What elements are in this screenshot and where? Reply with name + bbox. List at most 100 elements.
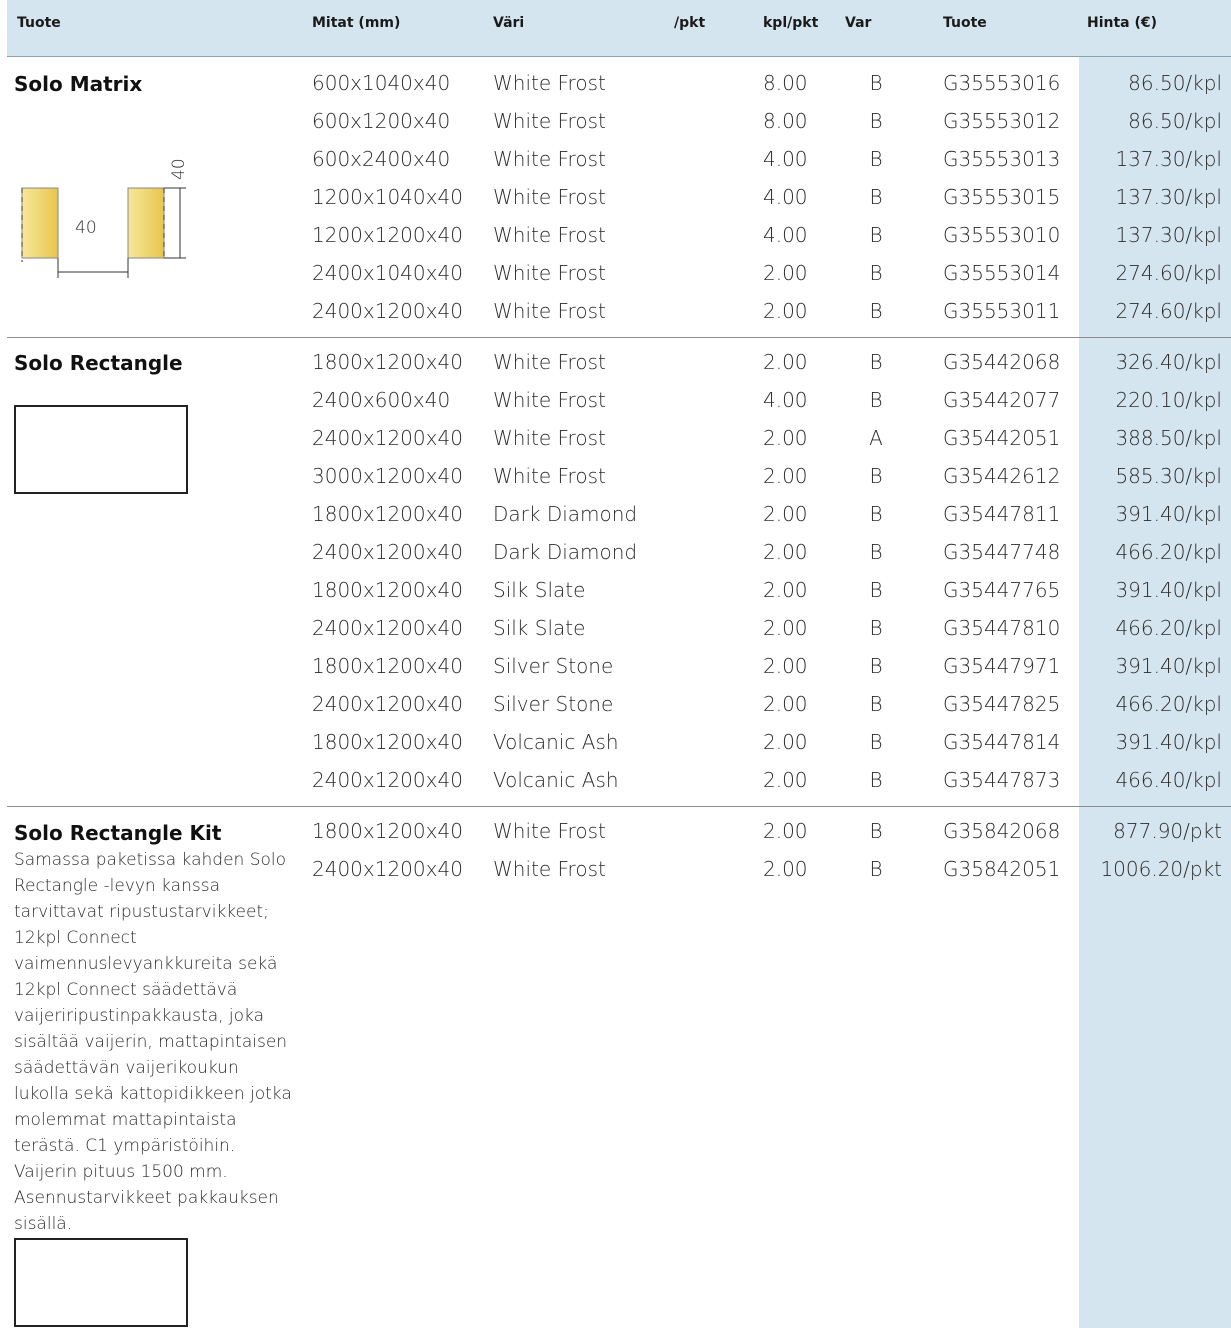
- cell-quantity: 2.00: [763, 261, 808, 285]
- table-row: 1800x1200x40 Silver Stone 2.00 B G35447971 39…: [7, 654, 1231, 692]
- cell-color: White Frost: [493, 388, 606, 412]
- cell-price: 274.60/kpl: [1115, 261, 1222, 285]
- cell-price: 220.10/kpl: [1115, 388, 1222, 412]
- cell-price: 466.40/kpl: [1115, 768, 1222, 792]
- cell-quantity: 2.00: [763, 350, 808, 374]
- product-section-solo-matrix: Solo Matrix 40 40 600x1040x40 White Frost…: [7, 62, 1231, 337]
- cell-variant: B: [869, 350, 883, 374]
- table-row: 2400x600x40 White Frost 4.00 B G35442077 220.…: [7, 388, 1231, 426]
- cell-dimensions: 600x2400x40: [312, 147, 451, 171]
- cell-color: White Frost: [493, 819, 606, 843]
- cell-color: White Frost: [493, 464, 606, 488]
- cell-dimensions: 3000x1200x40: [312, 464, 463, 488]
- cell-product-code: G35442051: [943, 426, 1061, 450]
- cell-dimensions: 2400x1200x40: [312, 299, 463, 323]
- cell-color: Silver Stone: [493, 654, 614, 678]
- header-var: Var: [845, 15, 872, 31]
- cell-dimensions: 1200x1200x40: [312, 223, 463, 247]
- cell-variant: B: [869, 299, 883, 323]
- cell-dimensions: 2400x600x40: [312, 388, 451, 412]
- cell-product-code: G35553010: [943, 223, 1061, 247]
- header-tuote: Tuote: [17, 15, 61, 31]
- cell-variant: B: [869, 109, 883, 133]
- cell-variant: B: [869, 616, 883, 640]
- table-row: 2400x1200x40 White Frost 2.00 B G35842051 100…: [7, 857, 1231, 895]
- product-section-solo-rectangle: Solo Rectangle 1800x1200x40 White Frost 2.…: [7, 338, 1231, 805]
- cell-dimensions: 600x1040x40: [312, 71, 451, 95]
- cell-product-code: G35442612: [943, 464, 1061, 488]
- table-row: 600x1040x40 White Frost 8.00 B G35553016 86.5…: [7, 71, 1231, 109]
- cell-price: 137.30/kpl: [1115, 223, 1222, 247]
- cell-color: Volcanic Ash: [493, 730, 619, 754]
- table-row: 1800x1200x40 White Frost 2.00 B G35842068 877…: [7, 819, 1231, 857]
- cell-dimensions: 1200x1040x40: [312, 185, 463, 209]
- cell-price: 391.40/kpl: [1115, 654, 1222, 678]
- table-row: 2400x1200x40 Silk Slate 2.00 B G35447810 466.…: [7, 616, 1231, 654]
- cell-quantity: 2.00: [763, 730, 808, 754]
- cell-color: White Frost: [493, 109, 606, 133]
- cell-dimensions: 1800x1200x40: [312, 654, 463, 678]
- cell-product-code: G35553015: [943, 185, 1061, 209]
- cell-color: White Frost: [493, 857, 606, 881]
- cell-variant: B: [869, 147, 883, 171]
- cell-product-code: G35842068: [943, 819, 1061, 843]
- cell-color: Dark Diamond: [493, 540, 638, 564]
- cell-product-code: G35447873: [943, 768, 1061, 792]
- cell-variant: B: [869, 578, 883, 602]
- cell-price: 274.60/kpl: [1115, 299, 1222, 323]
- cell-product-code: G35553014: [943, 261, 1061, 285]
- cell-price: 391.40/kpl: [1115, 502, 1222, 526]
- cell-quantity: 8.00: [763, 109, 808, 133]
- table-row: 1200x1040x40 White Frost 4.00 B G35553015 137…: [7, 185, 1231, 223]
- table-header: Tuote Mitat (mm) Väri /pkt kpl/pkt Var T…: [7, 0, 1231, 57]
- cell-quantity: 8.00: [763, 71, 808, 95]
- table-row: 2400x1200x40 Volcanic Ash 2.00 B G35447873 46…: [7, 768, 1231, 806]
- cell-variant: B: [869, 502, 883, 526]
- cell-product-code: G35842051: [943, 857, 1061, 881]
- cell-product-code: G35447810: [943, 616, 1061, 640]
- cell-variant: B: [869, 730, 883, 754]
- cell-color: Silk Slate: [493, 616, 586, 640]
- product-description: Samassa paketissa kahden Solo Rectangle …: [14, 850, 292, 1234]
- cell-variant: B: [869, 185, 883, 209]
- header-kplpkt: kpl/pkt: [763, 15, 819, 31]
- table-row: 1800x1200x40 White Frost 2.00 B G35442068 326…: [7, 350, 1231, 388]
- cell-dimensions: 2400x1200x40: [312, 616, 463, 640]
- cell-quantity: 2.00: [763, 299, 808, 323]
- header-mitat: Mitat (mm): [312, 15, 401, 31]
- cell-color: White Frost: [493, 299, 606, 323]
- cell-variant: B: [869, 692, 883, 716]
- cell-color: Dark Diamond: [493, 502, 638, 526]
- table-row: 2400x1200x40 Dark Diamond 2.00 B G35447748 46…: [7, 540, 1231, 578]
- cell-price: 391.40/kpl: [1115, 578, 1222, 602]
- cell-variant: B: [869, 388, 883, 412]
- table-row: 2400x1200x40 White Frost 2.00 B G35553011 274…: [7, 299, 1231, 337]
- cell-product-code: G35447811: [943, 502, 1061, 526]
- cell-color: White Frost: [493, 261, 606, 285]
- cell-dimensions: 600x1200x40: [312, 109, 451, 133]
- cell-price: 86.50/kpl: [1128, 109, 1222, 133]
- cell-quantity: 2.00: [763, 768, 808, 792]
- cell-price: 466.20/kpl: [1115, 616, 1222, 640]
- header-vari: Väri: [493, 15, 525, 31]
- cell-quantity: 2.00: [763, 464, 808, 488]
- cell-variant: B: [869, 819, 883, 843]
- cell-dimensions: 1800x1200x40: [312, 350, 463, 374]
- cell-price: 137.30/kpl: [1115, 147, 1222, 171]
- cell-color: White Frost: [493, 185, 606, 209]
- solo-rectangle-kit-illustration: [14, 1238, 188, 1327]
- cell-product-code: G35442068: [943, 350, 1061, 374]
- header-tuote-code: Tuote: [943, 15, 987, 31]
- cell-price: 388.50/kpl: [1115, 426, 1222, 450]
- cell-quantity: 4.00: [763, 388, 808, 412]
- table-row: 2400x1040x40 White Frost 2.00 B G35553014 274…: [7, 261, 1231, 299]
- cell-dimensions: 1800x1200x40: [312, 819, 463, 843]
- cell-quantity: 4.00: [763, 185, 808, 209]
- cell-color: Silk Slate: [493, 578, 586, 602]
- cell-quantity: 4.00: [763, 147, 808, 171]
- cell-product-code: G35553011: [943, 299, 1061, 323]
- table-row: 1200x1200x40 White Frost 4.00 B G35553010 137…: [7, 223, 1231, 261]
- cell-dimensions: 2400x1040x40: [312, 261, 463, 285]
- cell-price: 137.30/kpl: [1115, 185, 1222, 209]
- product-section-solo-rectangle-kit: Solo Rectangle Kit Samassa paketissa kah…: [7, 807, 1231, 1328]
